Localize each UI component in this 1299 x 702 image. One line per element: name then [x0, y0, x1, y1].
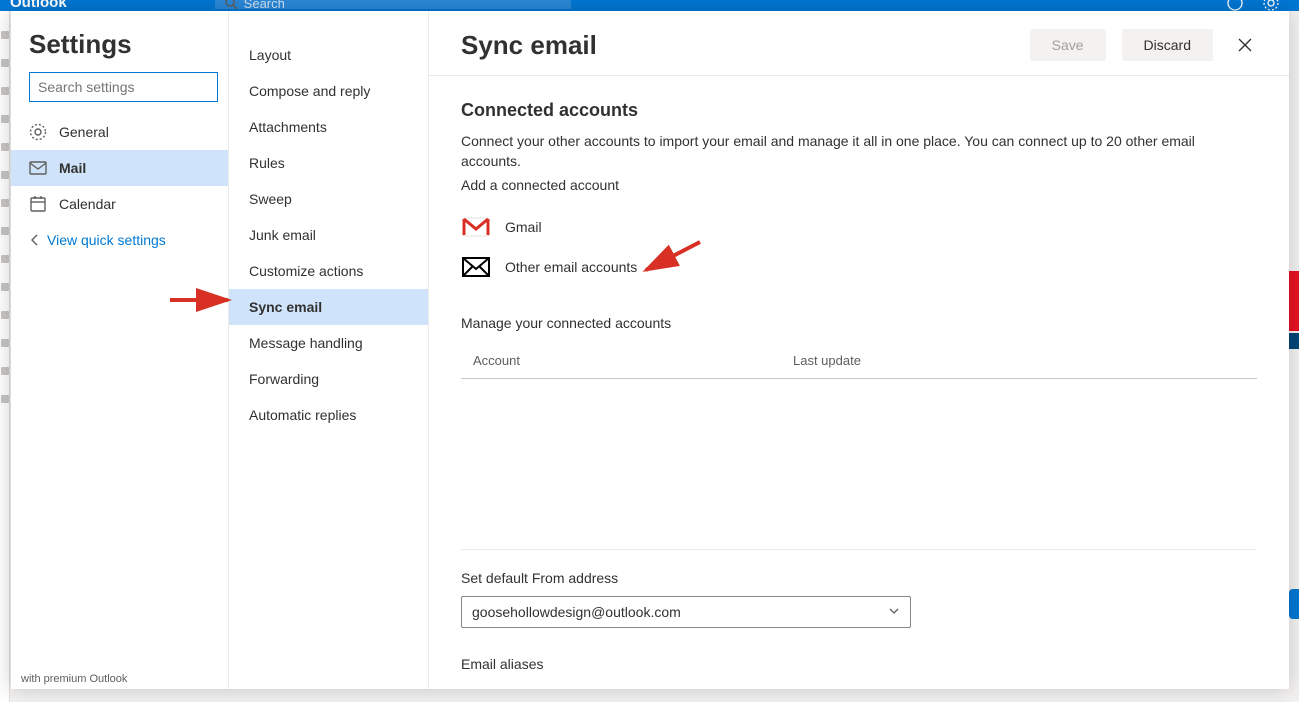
settings-search-input[interactable] — [30, 79, 217, 95]
pane-title: Sync email — [461, 30, 597, 61]
connected-accounts-desc: Connect your other accounts to import yo… — [461, 131, 1221, 171]
nav-label: General — [59, 124, 109, 140]
settings-gear-icon[interactable] — [1263, 0, 1279, 11]
sub-sync-email[interactable]: Sync email — [229, 289, 428, 325]
nav-label: Calendar — [59, 196, 116, 212]
sub-auto-replies[interactable]: Automatic replies — [229, 397, 428, 433]
gear-icon — [29, 123, 47, 141]
pane-scroll[interactable]: Connected accounts Connect your other ac… — [429, 76, 1289, 689]
calendar-icon — [29, 195, 47, 213]
add-gmail[interactable]: Gmail — [461, 207, 1257, 247]
gmail-icon — [461, 216, 491, 238]
sub-rules[interactable]: Rules — [229, 145, 428, 181]
nav-calendar[interactable]: Calendar — [11, 186, 228, 222]
envelope-icon — [461, 256, 491, 278]
sub-compose[interactable]: Compose and reply — [229, 73, 428, 109]
close-button[interactable] — [1229, 29, 1261, 61]
chevron-down-icon — [888, 604, 900, 620]
nav-mail[interactable]: Mail — [11, 150, 228, 186]
discard-button[interactable]: Discard — [1122, 29, 1213, 61]
email-aliases-label: Email aliases — [461, 656, 1257, 672]
left-rail — [0, 11, 10, 702]
close-icon — [1238, 38, 1252, 52]
app-topbar: Outlook Search — [0, 0, 1299, 11]
col-last-update: Last update — [793, 353, 1245, 368]
default-from-select[interactable]: goosehollowdesign@outlook.com — [461, 596, 911, 628]
connected-accounts-heading: Connected accounts — [461, 100, 1257, 121]
view-quick-settings[interactable]: View quick settings — [11, 222, 228, 258]
right-ad-strip — [1289, 11, 1299, 702]
sub-message-handling[interactable]: Message handling — [229, 325, 428, 361]
settings-content-pane: Sync email Save Discard Connected accoun… — [429, 11, 1289, 689]
mail-icon — [29, 159, 47, 177]
nav-label: Mail — [59, 160, 86, 176]
help-icon[interactable] — [1227, 0, 1243, 11]
sub-attachments[interactable]: Attachments — [229, 109, 428, 145]
add-gmail-label: Gmail — [505, 219, 542, 235]
app-brand: Outlook — [10, 0, 67, 11]
chevron-left-icon — [29, 234, 41, 246]
accounts-table: Account Last update — [461, 347, 1257, 379]
add-connected-label: Add a connected account — [461, 177, 1257, 193]
manage-accounts-label: Manage your connected accounts — [461, 315, 1257, 331]
settings-title: Settings — [11, 29, 228, 72]
global-search[interactable]: Search — [215, 0, 571, 9]
nav-general[interactable]: General — [11, 114, 228, 150]
settings-search[interactable] — [29, 72, 218, 102]
save-button[interactable]: Save — [1030, 29, 1106, 61]
col-account: Account — [473, 353, 793, 368]
settings-modal: Settings General Mail Calendar — [11, 11, 1289, 689]
settings-left-column: Settings General Mail Calendar — [11, 11, 229, 689]
default-from-value: goosehollowdesign@outlook.com — [472, 604, 681, 620]
sub-junk[interactable]: Junk email — [229, 217, 428, 253]
add-other-email[interactable]: Other email accounts — [461, 247, 1257, 287]
pane-header: Sync email Save Discard — [429, 11, 1289, 75]
sub-customize[interactable]: Customize actions — [229, 253, 428, 289]
add-other-label: Other email accounts — [505, 259, 637, 275]
sub-layout[interactable]: Layout — [229, 37, 428, 73]
default-from-label: Set default From address — [461, 570, 1257, 586]
view-quick-label: View quick settings — [47, 232, 166, 248]
settings-sub-column: Layout Compose and reply Attachments Rul… — [229, 11, 429, 689]
sub-forwarding[interactable]: Forwarding — [229, 361, 428, 397]
search-icon — [225, 0, 238, 10]
premium-hint: with premium Outlook — [11, 673, 228, 689]
sub-sweep[interactable]: Sweep — [229, 181, 428, 217]
